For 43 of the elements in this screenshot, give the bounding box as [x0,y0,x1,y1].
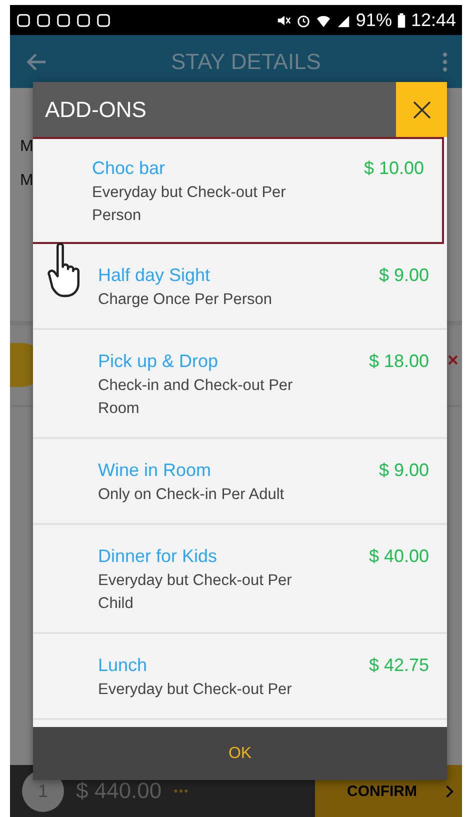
chevron-icon [445,784,454,798]
add-on-item[interactable]: Lunch Everyday but Check-out Per $ 42.75 [33,634,447,720]
add-on-price: $ 9.00 [378,460,429,481]
notification-icon [96,12,111,28]
add-on-description: Check-in and Check-out Per Room [98,376,294,419]
close-icon [412,100,432,120]
add-on-item[interactable]: Choc bar Everyday but Check-out Per Person $ 10.00 [33,137,444,244]
add-on-price: $ 40.00 [368,546,429,567]
notification-icon [16,12,31,28]
remove-icon [448,355,458,365]
add-on-price: $ 10.00 [364,158,424,179]
add-on-description: Everyday but Check-out Per Child [98,571,293,614]
clock: 12:44 [410,10,456,30]
alarm-icon [296,12,311,28]
add-on-name: Dinner for Kids [98,546,218,567]
add-on-item[interactable]: Wine in Room Only on Check-in Per Adult $ 9.00 [33,439,447,525]
notification-icon [36,12,51,28]
add-on-name: Choc bar [92,158,166,179]
add-on-item[interactable]: Pick up & Drop Check-in and Check-out Per Room $ 18.00 [33,330,447,439]
add-on-item[interactable]: Dinner for Kids Everyday but Check-out Per Child $ 40.00 [33,525,447,634]
add-on-name: Lunch [98,655,148,676]
dialog-title: ADD-ONS [44,96,146,122]
total-price: $ 440.00 [76,778,162,804]
add-on-description: Charge Once Per Person [98,290,272,310]
add-on-name: Half day Sight [98,265,212,286]
add-on-description: Only on Check-in Per Adult [98,485,284,505]
add-on-description: Everyday but Check-out Per Person [92,183,287,226]
notification-icon [56,12,71,28]
add-on-name: Pick up & Drop [98,351,220,372]
screen-title: STAY DETAILS [170,48,322,74]
close-button[interactable] [396,82,447,137]
partial-text: M [20,138,34,156]
partial-text: M [20,172,34,190]
ok-button[interactable]: OK [33,727,447,780]
battery-icon [396,12,406,28]
add-on-name: Wine in Room [98,460,212,481]
battery-percent: 91% [356,10,392,30]
add-on-description: Everyday but Check-out Per [98,680,292,700]
add-on-price: $ 18.00 [368,351,429,372]
notification-icon [76,12,91,28]
more-options-icon[interactable] [442,50,448,72]
add-on-price: $ 9.00 [378,265,429,286]
add-on-price: $ 42.75 [368,655,429,676]
